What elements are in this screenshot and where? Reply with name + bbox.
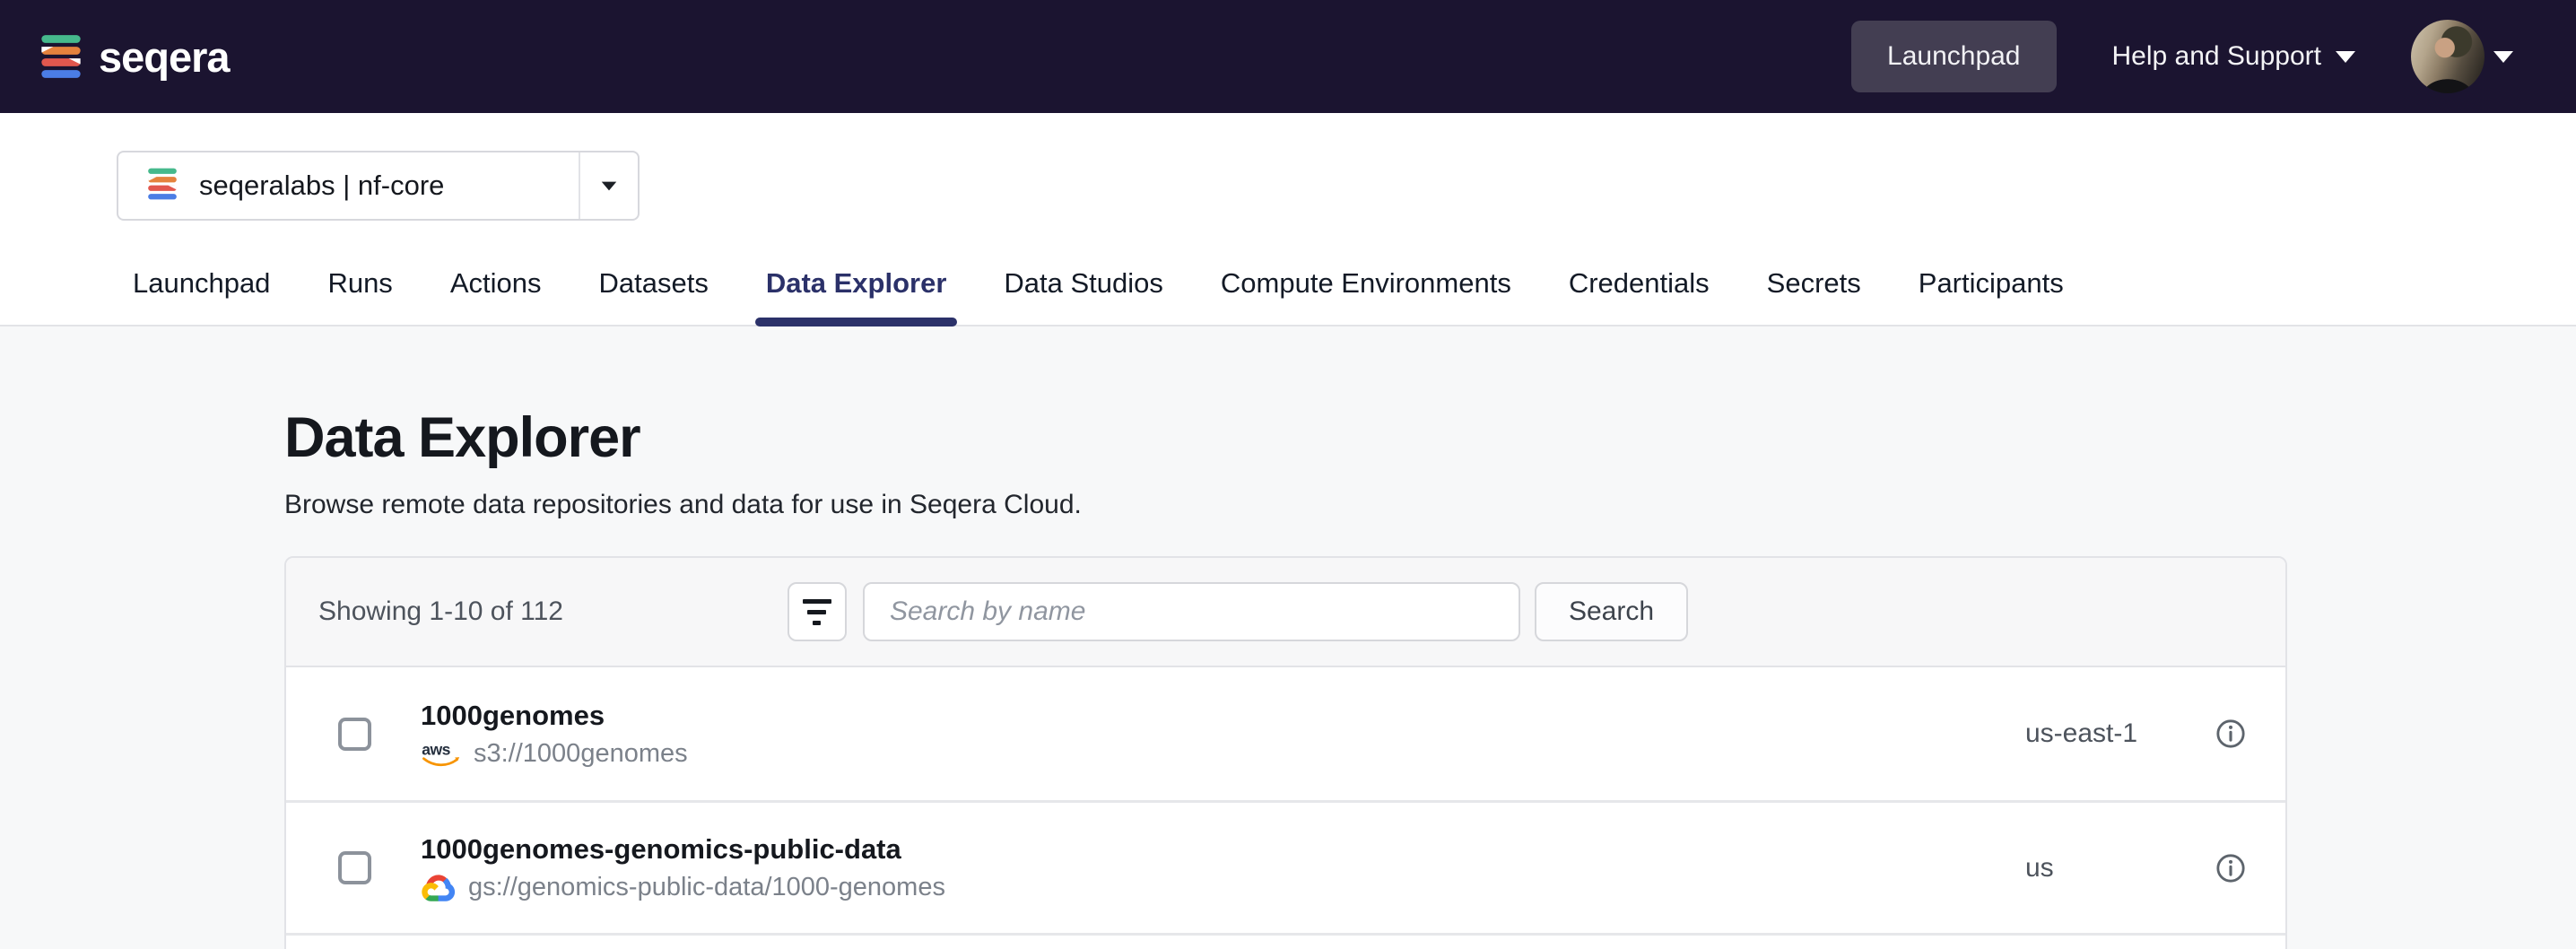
- search-input[interactable]: [863, 582, 1520, 641]
- tab-credentials[interactable]: Credentials: [1567, 267, 1711, 325]
- tab-data-studios[interactable]: Data Studios: [1002, 267, 1165, 325]
- filter-icon: [803, 599, 831, 604]
- main-content: Data Explorer Browse remote data reposit…: [0, 326, 2576, 949]
- help-and-support-label: Help and Support: [2112, 41, 2322, 72]
- svg-text:aws: aws: [422, 740, 450, 758]
- top-navbar: seqera Launchpad Help and Support: [0, 0, 2576, 113]
- row-checkbox[interactable]: [338, 718, 371, 751]
- seqera-logo-icon: [38, 33, 84, 80]
- data-explorer-panel: Showing 1-10 of 112 Search 1000genomes a…: [284, 556, 2287, 949]
- bucket-name-link[interactable]: 1000genomes: [421, 700, 688, 732]
- help-and-support-menu[interactable]: Help and Support: [2112, 41, 2356, 72]
- tab-secrets[interactable]: Secrets: [1765, 267, 1863, 325]
- table-row[interactable]: 1000genomes aws s3://1000genomes us-east…: [286, 667, 2285, 800]
- panel-toolbar: Showing 1-10 of 112 Search: [286, 558, 2285, 667]
- page-subtitle: Browse remote data repositories and data…: [284, 490, 2576, 520]
- tab-actions[interactable]: Actions: [448, 267, 544, 325]
- tab-data-explorer[interactable]: Data Explorer: [764, 267, 949, 325]
- filter-button[interactable]: [788, 582, 847, 641]
- launchpad-button[interactable]: Launchpad: [1851, 21, 2056, 92]
- user-menu[interactable]: [2411, 20, 2513, 93]
- google-cloud-icon: [421, 873, 457, 902]
- aws-icon: aws: [421, 740, 462, 768]
- info-icon[interactable]: [2215, 853, 2246, 884]
- bucket-uri: s3://1000genomes: [474, 739, 688, 769]
- workspace-seqera-icon: [145, 167, 179, 205]
- caret-down-icon: [602, 181, 617, 190]
- region-label: us: [2025, 853, 2215, 884]
- tab-participants[interactable]: Participants: [1917, 267, 2066, 325]
- seqera-brand[interactable]: seqera: [38, 32, 230, 82]
- caret-down-icon: [2493, 51, 2513, 63]
- page-title: Data Explorer: [284, 405, 2576, 470]
- tab-launchpad[interactable]: Launchpad: [131, 267, 272, 325]
- table-row-partial: [286, 933, 2285, 949]
- tab-datasets[interactable]: Datasets: [596, 267, 709, 325]
- row-checkbox[interactable]: [338, 851, 371, 884]
- results-count: Showing 1-10 of 112: [318, 596, 563, 627]
- workspace-dropdown-toggle[interactable]: [579, 152, 638, 219]
- region-label: us-east-1: [2025, 718, 2215, 749]
- workspace-selector[interactable]: seqeralabs | nf-core: [117, 151, 640, 221]
- caret-down-icon: [2336, 51, 2355, 63]
- avatar[interactable]: [2411, 20, 2485, 93]
- bucket-name-link[interactable]: 1000genomes-genomics-public-data: [421, 833, 945, 866]
- workspace-tabs: Launchpad Runs Actions Datasets Data Exp…: [0, 267, 2576, 326]
- info-icon[interactable]: [2215, 718, 2246, 749]
- tab-runs[interactable]: Runs: [326, 267, 394, 325]
- table-row[interactable]: 1000genomes-genomics-public-data gs://ge…: [286, 800, 2285, 933]
- workspace-label: seqeralabs | nf-core: [199, 170, 444, 202]
- brand-name: seqera: [99, 32, 230, 82]
- bucket-uri: gs://genomics-public-data/1000-genomes: [468, 873, 945, 902]
- tab-compute-environments[interactable]: Compute Environments: [1219, 267, 1513, 325]
- search-button[interactable]: Search: [1535, 582, 1688, 641]
- subheader: seqeralabs | nf-core Launchpad Runs Acti…: [0, 113, 2576, 326]
